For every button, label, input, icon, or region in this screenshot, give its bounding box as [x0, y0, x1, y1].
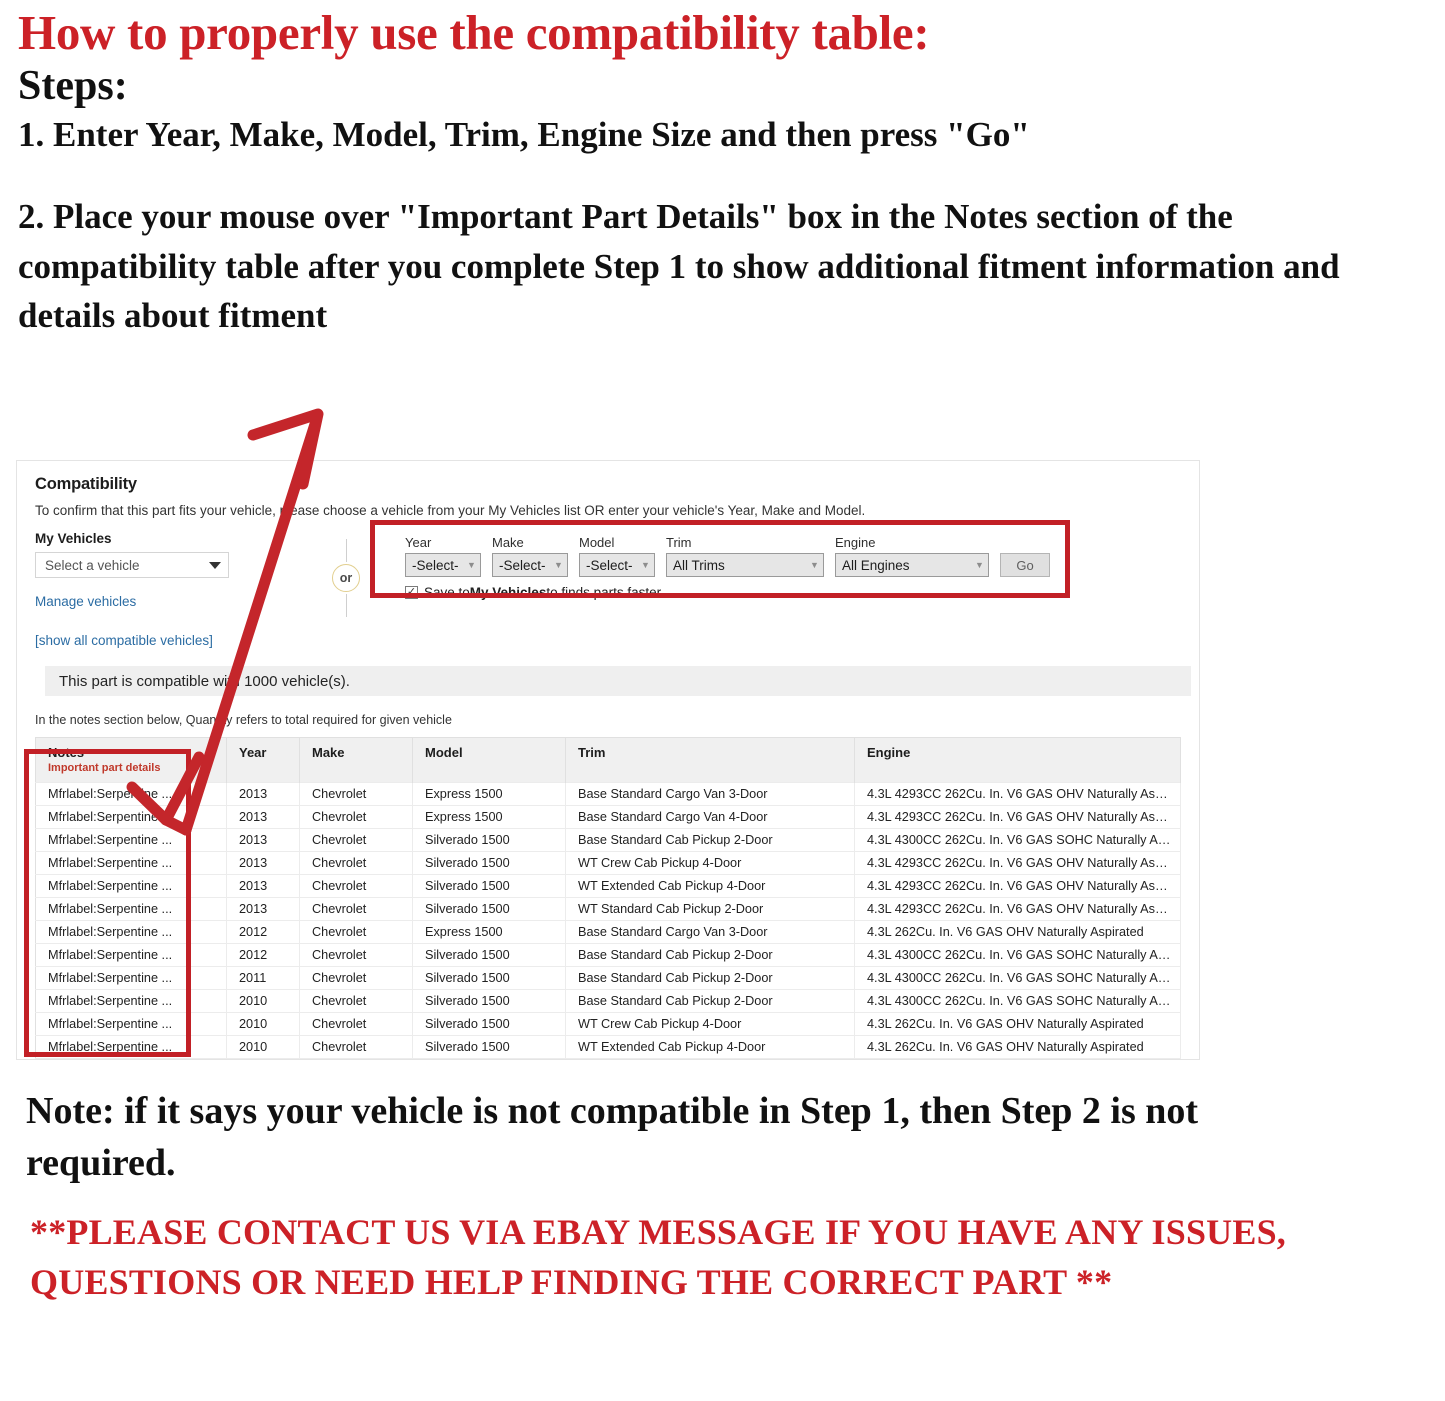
cell-engine: 4.3L 4293CC 262Cu. In. V6 GAS OHV Natura… — [854, 782, 1181, 806]
cell-trim: Base Standard Cab Pickup 2-Door — [565, 989, 855, 1013]
cell-engine: 4.3L 4293CC 262Cu. In. V6 GAS OHV Natura… — [854, 805, 1181, 829]
table-row: Mfrlabel:Serpentine ... 2013 Chevrolet Silv… — [35, 874, 1181, 898]
cell-make: Chevrolet — [299, 1035, 413, 1059]
cell-year: 2010 — [226, 1012, 300, 1036]
arrow-head-top — [247, 408, 324, 490]
cell-make: Chevrolet — [299, 966, 413, 990]
cell-year: 2012 — [226, 920, 300, 944]
cell-model: Silverado 1500 — [412, 897, 566, 921]
table-row: Mfrlabel:Serpentine ...2010ChevroletSilv… — [35, 1012, 1181, 1036]
cell-make: Chevrolet — [299, 874, 413, 898]
cell-trim: WT Crew Cab Pickup 4-Door — [565, 1012, 855, 1036]
cell-engine: 4.3L 4300CC 262Cu. In. V6 GAS SOHC Natur… — [854, 943, 1181, 967]
cell-model: Silverado 1500 — [412, 966, 566, 990]
cell-trim: Base Standard Cargo Van 4-Door — [565, 805, 855, 829]
cell-make: Chevrolet — [299, 943, 413, 967]
cell-engine: 4.3L 4293CC 262Cu. In. V6 GAS OHV Natura… — [854, 897, 1181, 921]
cell-make: Chevrolet — [299, 920, 413, 944]
cell-trim: Base Standard Cab Pickup 2-Door — [565, 828, 855, 852]
cell-model: Silverado 1500 — [412, 1012, 566, 1036]
instructions-block: How to properly use the compatibility ta… — [0, 8, 1445, 341]
contact-notice-block: **PLEASE CONTACT US VIA EBAY MESSAGE IF … — [30, 1208, 1350, 1307]
cell-notes[interactable]: Mfrlabel:Serpentine ... — [35, 1058, 227, 1059]
bottom-note-text: Note: if it says your vehicle is not com… — [26, 1090, 1199, 1185]
cell-engine: 4.3L 4300CC 262Cu. In. V6 GAS SOHC Natur… — [854, 966, 1181, 990]
cell-year: 2010 — [226, 989, 300, 1013]
cell-trim: Base Standard Cab Pickup 2-Door — [565, 966, 855, 990]
bottom-note-block: Note: if it says your vehicle is not com… — [26, 1085, 1356, 1189]
step-2-text: 2. Place your mouse over "Important Part… — [18, 196, 1340, 336]
cell-model: Silverado 1500 — [412, 851, 566, 875]
steps-heading: Steps: — [18, 62, 128, 109]
table-row: Mfrlabel:Serpentine ...2010ChevroletSilv… — [35, 1058, 1181, 1059]
cell-trim: Base Standard Cargo Van 3-Door — [565, 920, 855, 944]
cell-model: Silverado 1500 — [412, 1035, 566, 1059]
table-row: Mfrlabel:Serpentine ... 2011 Chevrolet Silv… — [35, 966, 1181, 990]
cell-year: 2013 — [226, 874, 300, 898]
cell-trim: WT Standard Cab Pickup 2-Door — [565, 897, 855, 921]
cell-model: Express 1500 — [412, 920, 566, 944]
cell-engine: 4.3L 262Cu. In. V6 GAS OHV Naturally Asp… — [854, 1012, 1181, 1036]
cell-engine: 4.3L 4300CC 262Cu. In. V6 GAS SOHC Natur… — [854, 989, 1181, 1013]
cell-trim: WT Extended Cab Pickup 4-Door — [565, 1035, 855, 1059]
cell-make: Chevrolet — [299, 1058, 413, 1059]
cell-year: 2012 — [226, 943, 300, 967]
cell-model: Silverado 1500 — [412, 989, 566, 1013]
cell-make: Chevrolet — [299, 989, 413, 1013]
cell-engine: 4.3L 262Cu. In. V6 GAS OHV Naturally Asp… — [854, 1058, 1181, 1059]
red-highlight-box-vehicle-form — [370, 520, 1070, 598]
table-row: Mfrlabel:Serpentine ...2010ChevroletSilv… — [35, 1035, 1181, 1059]
cell-trim: WT Standard Cab Pickup 2-Door — [565, 1058, 855, 1059]
page-title: How to properly use the compatibility ta… — [18, 5, 930, 60]
red-annotation-arrow — [126, 408, 324, 836]
cell-trim: Base Standard Cab Pickup 2-Door — [565, 943, 855, 967]
step-1-text: 1. Enter Year, Make, Model, Trim, Engine… — [18, 115, 1030, 155]
cell-year: 2010 — [226, 1035, 300, 1059]
table-row: Mfrlabel:Serpentine ... 2012 Chevrolet Expr… — [35, 920, 1181, 944]
column-header-model: Model — [412, 737, 566, 783]
cell-year: 2011 — [226, 966, 300, 990]
contact-notice-text: **PLEASE CONTACT US VIA EBAY MESSAGE IF … — [30, 1212, 1287, 1302]
cell-trim: Base Standard Cargo Van 3-Door — [565, 782, 855, 806]
cell-year: 2010 — [226, 1058, 300, 1059]
column-header-trim: Trim — [565, 737, 855, 783]
cell-model: Express 1500 — [412, 805, 566, 829]
cell-engine: 4.3L 4293CC 262Cu. In. V6 GAS OHV Natura… — [854, 851, 1181, 875]
cell-make: Chevrolet — [299, 1012, 413, 1036]
arrow-shaft — [180, 415, 322, 836]
cell-make: Chevrolet — [299, 897, 413, 921]
table-row: Mfrlabel:Serpentine ... 2012 Chevrolet Silv… — [35, 943, 1181, 967]
cell-model: Silverado 1500 — [412, 1058, 566, 1059]
cell-model: Silverado 1500 — [412, 943, 566, 967]
cell-engine: 4.3L 262Cu. In. V6 GAS OHV Naturally Asp… — [854, 1035, 1181, 1059]
table-row: Mfrlabel:Serpentine ...2010ChevroletSilv… — [35, 989, 1181, 1013]
cell-engine: 4.3L 4293CC 262Cu. In. V6 GAS OHV Natura… — [854, 874, 1181, 898]
cell-year: 2013 — [226, 897, 300, 921]
cell-engine: 4.3L 4300CC 262Cu. In. V6 GAS SOHC Natur… — [854, 828, 1181, 852]
cell-trim: WT Extended Cab Pickup 4-Door — [565, 874, 855, 898]
cell-model: Silverado 1500 — [412, 828, 566, 852]
column-header-engine: Engine — [854, 737, 1181, 783]
cell-model: Express 1500 — [412, 782, 566, 806]
cell-engine: 4.3L 262Cu. In. V6 GAS OHV Naturally Asp… — [854, 920, 1181, 944]
table-row: Mfrlabel:Serpentine ... 2013 Chevrolet Silv… — [35, 897, 1181, 921]
cell-trim: WT Crew Cab Pickup 4-Door — [565, 851, 855, 875]
cell-model: Silverado 1500 — [412, 874, 566, 898]
